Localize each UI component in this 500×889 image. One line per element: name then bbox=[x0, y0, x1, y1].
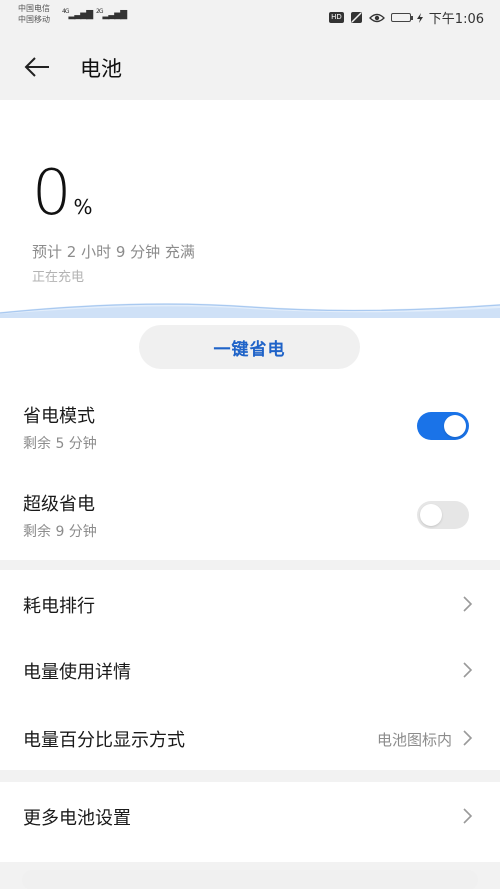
power-save-toggle[interactable] bbox=[417, 412, 469, 440]
no-notification-icon bbox=[350, 12, 362, 23]
chevron-right-icon bbox=[460, 596, 474, 612]
chevron-right-icon bbox=[460, 662, 474, 678]
super-save-row[interactable]: 超级省电 剩余 9 分钟 bbox=[0, 474, 500, 558]
chevron-right-icon bbox=[460, 730, 474, 746]
status-icons: HD 下午1:06 bbox=[329, 8, 484, 27]
battery-percentage: 0% bbox=[32, 162, 92, 224]
power-save-title: 省电模式 bbox=[23, 406, 95, 427]
signal-1-icon: 4G▂▃▅▇ bbox=[62, 8, 93, 20]
more-settings-group: 更多电池设置 bbox=[0, 782, 500, 889]
super-save-toggle[interactable] bbox=[417, 501, 469, 529]
one-key-save-button[interactable]: 一键省电 bbox=[139, 325, 360, 369]
percent-display-item[interactable]: 电量百分比显示方式 电池图标内 bbox=[0, 704, 500, 770]
super-save-title: 超级省电 bbox=[23, 494, 95, 515]
battery-settings-page: 中国电信 中国移动 4G▂▃▅▇ 2G▂▃▅▇ HD 下午1:06 电池 0 %… bbox=[0, 0, 500, 889]
more-battery-settings-label: 更多电池设置 bbox=[23, 808, 131, 829]
carrier-1: 中国电信 bbox=[18, 4, 50, 13]
toggle-knob bbox=[444, 415, 466, 437]
signal-2-tag: 2G bbox=[96, 8, 104, 15]
carrier-2: 中国移动 bbox=[18, 15, 50, 24]
charging-bolt-icon bbox=[416, 12, 423, 23]
percent-display-label: 电量百分比显示方式 bbox=[23, 730, 185, 751]
percent-display-value: 电池图标内 bbox=[376, 731, 452, 749]
more-battery-settings-item[interactable]: 更多电池设置 bbox=[0, 782, 500, 850]
carrier-names: 中国电信 中国移动 bbox=[18, 3, 50, 25]
eye-comfort-icon bbox=[368, 13, 385, 22]
status-time: 下午1:06 bbox=[428, 12, 484, 27]
battery-percent-symbol: % bbox=[73, 195, 93, 219]
battery-percent-value: 0 bbox=[32, 156, 72, 229]
charge-estimate: 预计 2 小时 9 分钟 充满 bbox=[32, 243, 195, 261]
toggle-knob bbox=[420, 504, 442, 526]
status-bar: 中国电信 中国移动 4G▂▃▅▇ 2G▂▃▅▇ HD 下午1:06 bbox=[0, 0, 500, 34]
charging-status: 正在充电 bbox=[32, 270, 85, 285]
app-header: 电池 bbox=[0, 34, 500, 100]
power-usage-details-label: 电量使用详情 bbox=[23, 662, 131, 683]
hd-icon: HD bbox=[329, 12, 344, 23]
battery-options-group: 耗电排行 电量使用详情 电量百分比显示方式 电池图标内 bbox=[0, 570, 500, 770]
back-button[interactable] bbox=[22, 52, 52, 82]
chevron-right-icon bbox=[460, 808, 474, 824]
battery-icon bbox=[390, 13, 413, 22]
power-ranking-label: 耗电排行 bbox=[23, 596, 95, 617]
power-save-remaining: 剩余 5 分钟 bbox=[23, 436, 97, 452]
signal-1-tag: 4G bbox=[62, 8, 70, 15]
battery-wave-decoration bbox=[0, 303, 500, 318]
super-save-remaining: 剩余 9 分钟 bbox=[23, 524, 97, 540]
page-title: 电池 bbox=[80, 57, 122, 81]
power-usage-details-item[interactable]: 电量使用详情 bbox=[0, 638, 500, 704]
back-arrow-icon bbox=[24, 57, 49, 77]
power-save-mode-row[interactable]: 省电模式 剩余 5 分钟 bbox=[0, 386, 500, 474]
signal-2-icon: 2G▂▃▅▇ bbox=[96, 8, 127, 20]
power-ranking-item[interactable]: 耗电排行 bbox=[0, 570, 500, 638]
bottom-card bbox=[22, 870, 478, 889]
